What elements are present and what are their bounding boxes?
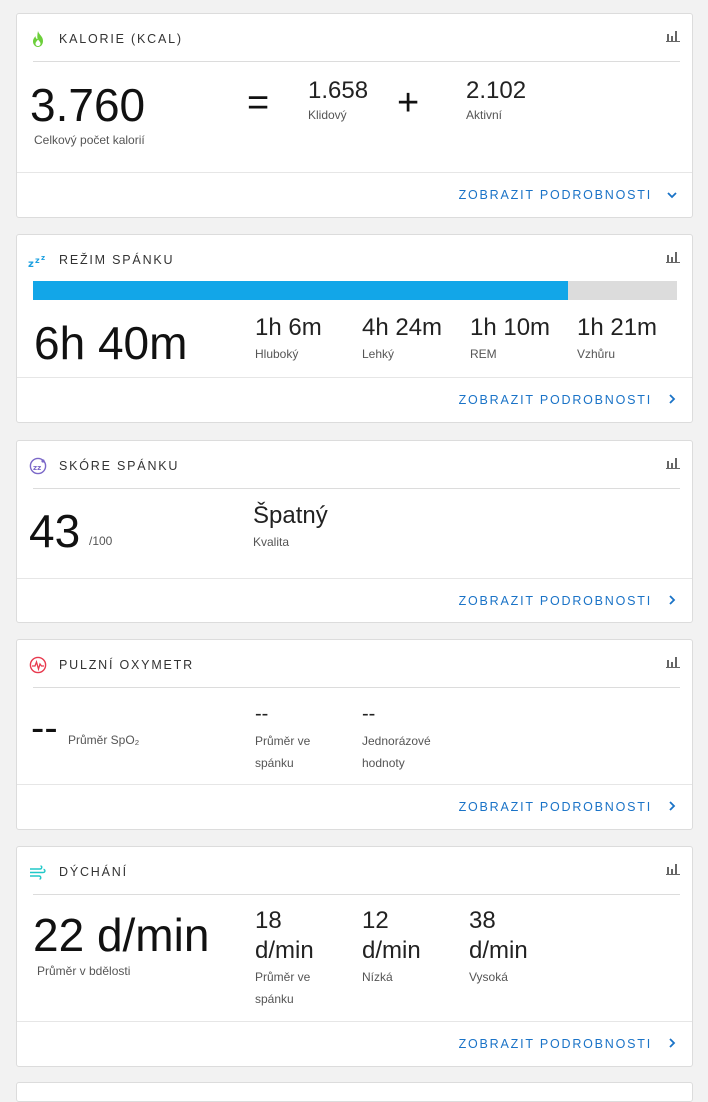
breathing-sleep-value: 18 xyxy=(255,907,282,934)
pulse-ox-sleep-average-label: Průměr ve xyxy=(255,734,311,748)
pulse-ox-card: PULZNÍ OXYMETR -- Průměr SpO₂ -- Průměr … xyxy=(16,639,693,830)
pulse-ox-single-label: hodnoty xyxy=(362,756,405,770)
breathing-awake-label: Průměr v bdělosti xyxy=(37,964,131,978)
header-divider xyxy=(33,61,680,62)
chevron-down-icon[interactable] xyxy=(666,189,678,201)
calories-resting-label: Klidový xyxy=(308,108,347,122)
sleep-score-title: SKÓRE SPÁNKU xyxy=(59,459,180,473)
plus-sign: + xyxy=(397,82,420,124)
svg-text:z: z xyxy=(35,256,40,265)
calories-total-value: 3.760 xyxy=(30,79,146,131)
pulse-ox-sleep-average-label: spánku xyxy=(255,756,294,770)
pulse-ox-icon xyxy=(29,656,47,674)
sleep-title: REŽIM SPÁNKU xyxy=(59,253,175,267)
breathing-low-unit: d/min xyxy=(362,937,421,964)
calories-details-link[interactable]: ZOBRAZIT PODROBNOSTI xyxy=(459,188,652,202)
sleep-stage-value: 4h 24m xyxy=(362,314,443,341)
breathing-high-value: 38 xyxy=(469,907,496,934)
pulse-ox-card-header: PULZNÍ OXYMETR xyxy=(17,640,692,688)
calories-active-value: 2.102 xyxy=(466,77,527,104)
pulse-ox-sleep-average-value: -- xyxy=(255,703,269,725)
svg-text:z: z xyxy=(41,254,45,262)
calories-resting-value: 1.658 xyxy=(308,77,369,104)
sleep-stage-value: 1h 6m xyxy=(255,314,322,341)
svg-text:zz: zz xyxy=(33,464,41,472)
breathing-low-label: Nízká xyxy=(362,970,393,984)
calories-card-header: KALORIE (KCAL) xyxy=(17,14,692,62)
header-divider xyxy=(33,687,680,688)
chevron-right-icon[interactable] xyxy=(666,393,678,405)
sleep-details-link[interactable]: ZOBRAZIT PODROBNOSTI xyxy=(459,393,652,407)
bar-chart-icon[interactable] xyxy=(666,251,680,263)
chevron-right-icon[interactable] xyxy=(666,594,678,606)
footer-divider xyxy=(17,1021,692,1022)
calories-total-label: Celkový počet kalorií xyxy=(34,133,145,147)
header-divider xyxy=(33,488,680,489)
sleep-score-icon: zz xyxy=(29,457,47,475)
footer-divider xyxy=(17,377,692,378)
pulse-ox-single-label: Jednorázové xyxy=(362,734,431,748)
pulse-ox-single-value: -- xyxy=(362,703,376,725)
breathing-high-unit: d/min xyxy=(469,937,528,964)
equals-sign: = xyxy=(247,82,270,124)
chevron-right-icon[interactable] xyxy=(666,1037,678,1049)
pulse-ox-average-label: Průměr SpO₂ xyxy=(68,733,140,747)
breathing-high-label: Vysoká xyxy=(469,970,508,984)
breathing-sleep-label: spánku xyxy=(255,992,294,1006)
breathing-title: DÝCHÁNÍ xyxy=(59,865,128,879)
wind-icon xyxy=(30,865,46,880)
sleep-stage-label: Lehký xyxy=(362,347,395,361)
sleep-card-header: z z z REŽIM SPÁNKU xyxy=(17,235,692,283)
bar-chart-icon[interactable] xyxy=(666,656,680,668)
sleep-quality-value: Špatný xyxy=(253,502,328,529)
sleep-score-card: zz SKÓRE SPÁNKU 43 /100 Špatný Kvalita Z… xyxy=(16,440,693,623)
sleep-stage-label: REM xyxy=(470,347,497,361)
bar-chart-icon[interactable] xyxy=(666,457,680,469)
breathing-sleep-label: Průměr ve xyxy=(255,970,311,984)
chevron-right-icon[interactable] xyxy=(666,800,678,812)
sleep-stage-value: 1h 21m xyxy=(577,314,658,341)
bar-chart-icon[interactable] xyxy=(666,30,680,42)
sleep-score-details-link[interactable]: ZOBRAZIT PODROBNOSTI xyxy=(459,594,652,608)
next-card xyxy=(16,1082,693,1102)
sleep-zzz-icon: z z z xyxy=(28,254,45,269)
footer-divider xyxy=(17,784,692,785)
sleep-stage-value: 1h 10m xyxy=(470,314,551,341)
header-divider xyxy=(33,894,680,895)
sleep-stage-label: Vzhůru xyxy=(577,347,616,361)
breathing-details-link[interactable]: ZOBRAZIT PODROBNOSTI xyxy=(459,1037,652,1051)
calories-card: KALORIE (KCAL) 3.760 Celkový počet kalor… xyxy=(16,13,693,218)
calories-active-label: Aktivní xyxy=(466,108,503,122)
footer-divider xyxy=(17,172,692,173)
sleep-score-max: /100 xyxy=(89,534,113,548)
flame-icon xyxy=(33,31,43,47)
sleep-score-card-header: zz SKÓRE SPÁNKU xyxy=(17,441,692,489)
pulse-ox-title: PULZNÍ OXYMETR xyxy=(59,658,194,672)
svg-text:z: z xyxy=(28,259,34,269)
breathing-low-value: 12 xyxy=(362,907,389,934)
breathing-card-header: DÝCHÁNÍ xyxy=(17,847,692,895)
pulse-ox-average-value: -- xyxy=(31,706,58,750)
footer-divider xyxy=(17,578,692,579)
calories-title: KALORIE (KCAL) xyxy=(59,32,183,46)
breathing-awake-value: 22 d/min xyxy=(33,909,210,961)
sleep-score-value: 43 xyxy=(29,505,81,557)
bar-chart-icon[interactable] xyxy=(666,863,680,875)
sleep-stage-label: Hluboký xyxy=(255,347,299,361)
pulse-ox-details-link[interactable]: ZOBRAZIT PODROBNOSTI xyxy=(459,800,652,814)
sleep-progress-bar xyxy=(33,281,677,300)
sleep-total-value: 6h 40m xyxy=(34,317,188,369)
breathing-card: DÝCHÁNÍ 22 d/min Průměr v bdělosti 18 d/… xyxy=(16,846,693,1067)
sleep-quality-label: Kvalita xyxy=(253,535,290,549)
breathing-sleep-unit: d/min xyxy=(255,937,314,964)
sleep-progress-fill xyxy=(33,281,568,300)
sleep-card: z z z REŽIM SPÁNKU 6h 40m 1h 6m Hluboký … xyxy=(16,234,693,423)
